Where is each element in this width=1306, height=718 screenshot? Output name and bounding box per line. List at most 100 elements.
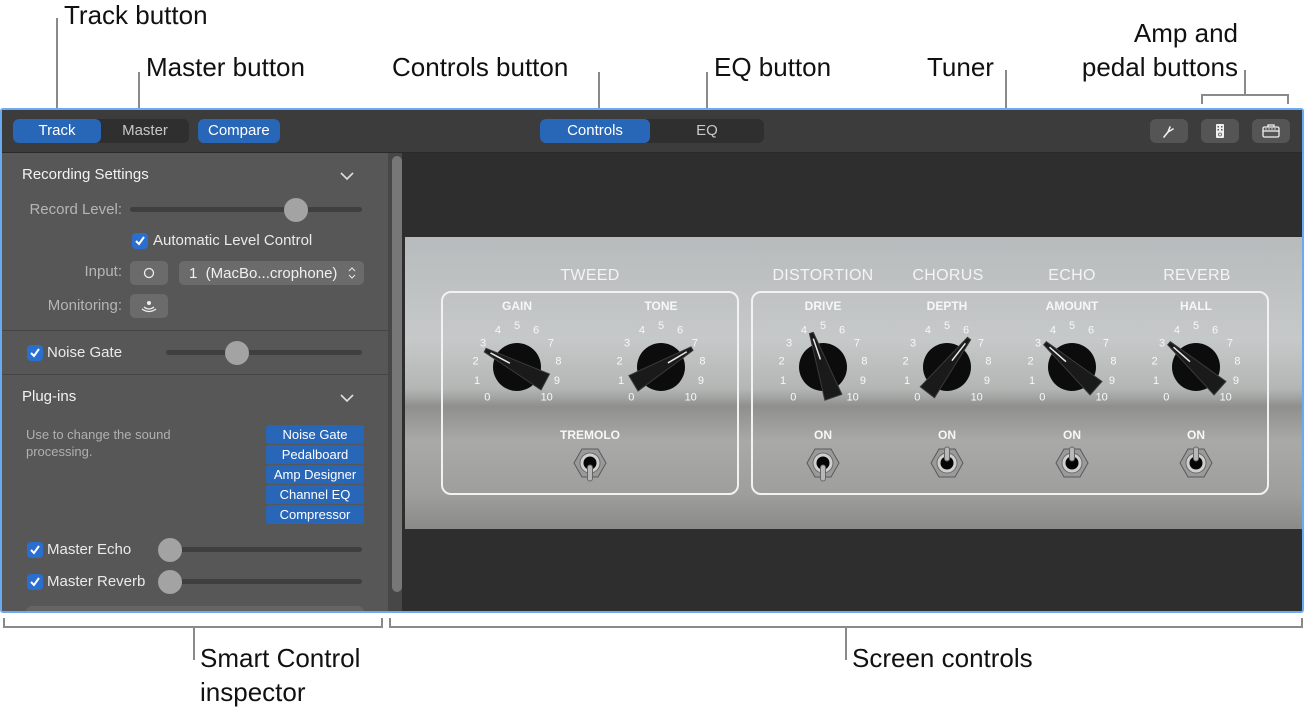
knob-scale-label: 8	[555, 355, 561, 367]
knob-label-drive: DRIVE	[804, 299, 842, 313]
knob-scale-label: 2	[472, 355, 478, 367]
smart-controls-window: Track Master Compare Controls EQ Recordi…	[0, 108, 1304, 613]
depth-knob[interactable]: 0 1 2 3 4 5 6 7 8 9 10	[897, 313, 997, 413]
master-echo-slider-thumb[interactable]	[158, 538, 182, 562]
switch-lever[interactable]	[820, 464, 826, 482]
switch-label-tremolo: TREMOLO	[560, 428, 620, 442]
amount-knob[interactable]: 0 1 2 3 4 5 6 7 8 9 10	[1022, 313, 1122, 413]
plugin-compressor[interactable]: Compressor	[266, 505, 364, 524]
knob-scale-label: 0	[628, 392, 634, 404]
plugin-amp-designer[interactable]: Amp Designer	[266, 465, 364, 484]
master-reverb-slider-thumb[interactable]	[158, 570, 182, 594]
compare-button[interactable]: Compare	[198, 119, 280, 143]
checkmark-icon	[135, 236, 145, 246]
knob-scale-label: 10	[971, 392, 983, 404]
noise-gate-slider-thumb[interactable]	[224, 341, 249, 365]
knob-scale-label: 6	[1088, 325, 1094, 337]
knob-scale-label: 8	[861, 355, 867, 367]
monitoring-button[interactable]	[130, 294, 168, 318]
distortion-toggle-switch[interactable]	[806, 445, 840, 485]
leader-line	[845, 626, 847, 660]
echo-toggle-switch[interactable]	[1055, 445, 1089, 485]
knob-scale-label: 0	[790, 392, 796, 404]
gain-knob[interactable]: 0 1 2 3 4 5 6 7 8 9 10	[467, 313, 567, 413]
knob-scale-label: 5	[1069, 320, 1075, 332]
leader-line	[193, 626, 195, 660]
knob-scale-label: 9	[1109, 375, 1115, 387]
track-button[interactable]: Track	[13, 119, 101, 143]
tremolo-toggle-switch[interactable]	[573, 445, 607, 485]
switch-lever[interactable]	[587, 464, 593, 482]
knob-scale-label: 10	[1096, 392, 1108, 404]
switch-lever[interactable]	[1193, 446, 1199, 462]
bracket-screen-left	[389, 618, 391, 628]
plugin-pedalboard[interactable]: Pedalboard	[266, 445, 364, 464]
inspector-scrollbar[interactable]	[392, 156, 402, 592]
plugins-description: Use to change the sound processing.	[26, 427, 171, 459]
hall-knob[interactable]: 0 1 2 3 4 5 6 7 8 9 10	[1146, 313, 1246, 413]
plugin-channel-eq[interactable]: Channel EQ	[266, 485, 364, 504]
knob-scale-label: 9	[1233, 375, 1239, 387]
master-echo-checkbox[interactable]	[27, 542, 43, 558]
master-reverb-slider[interactable]	[166, 579, 362, 584]
monitoring-label: Monitoring:	[47, 297, 122, 314]
knob-scale-label: 4	[1050, 325, 1056, 337]
bracket-inspector-left	[3, 618, 5, 628]
knob-scale-label: 4	[801, 325, 807, 337]
knob-scale-label: 8	[1234, 355, 1240, 367]
switch-lever[interactable]	[944, 446, 950, 462]
master-button[interactable]: Master	[101, 119, 189, 143]
leader-line	[1287, 94, 1289, 104]
knob-label-depth: DEPTH	[926, 299, 968, 313]
switch-lever[interactable]	[1069, 446, 1075, 462]
chevron-down-icon[interactable]	[339, 170, 355, 182]
controls-button[interactable]: Controls	[540, 119, 650, 143]
knob-scale-label: 10	[541, 392, 553, 404]
input-source-select[interactable]: 1 (MacBo...crophone)	[179, 261, 364, 285]
master-reverb-checkbox[interactable]	[27, 574, 43, 590]
knob-scale-label: 6	[839, 325, 845, 337]
knob-scale-label: 1	[618, 375, 624, 387]
knob-scale-label: 3	[1035, 337, 1041, 349]
input-mono-button[interactable]	[130, 261, 168, 285]
plugin-noise-gate[interactable]: Noise Gate	[266, 425, 364, 444]
callout-track-button: Track button	[64, 0, 208, 30]
record-level-slider-thumb[interactable]	[284, 198, 309, 222]
noise-gate-checkbox[interactable]	[27, 345, 43, 361]
reverb-toggle-switch[interactable]	[1179, 445, 1213, 485]
tone-knob[interactable]: 0 1 2 3 4 5 6 7 8 9 10	[611, 313, 711, 413]
section-title-echo: ECHO	[1048, 267, 1096, 284]
pedalboard-icon	[1216, 124, 1224, 138]
section-title-distortion: DISTORTION	[772, 267, 874, 284]
noise-gate-slider[interactable]	[166, 350, 362, 355]
checkmark-icon	[30, 348, 40, 358]
callout-amp-pedal-line1: Amp and	[1133, 18, 1238, 48]
mono-circle-icon	[143, 267, 155, 279]
automatic-level-control-checkbox[interactable]	[132, 233, 148, 249]
record-level-label: Record Level:	[29, 201, 122, 218]
tuner-button[interactable]	[1150, 119, 1188, 143]
knob-scale-label: 2	[616, 355, 622, 367]
view-segmented-control: Controls EQ	[540, 119, 764, 143]
pedalboard-button[interactable]	[1201, 119, 1239, 143]
knob-scale-label: 1	[780, 375, 786, 387]
knob-scale-label: 3	[624, 337, 630, 349]
callout-smart-control: Smart Control inspector	[200, 641, 360, 709]
knob-scale-label: 10	[847, 392, 859, 404]
knob-scale-label: 8	[985, 355, 991, 367]
eq-button[interactable]: EQ	[650, 119, 764, 143]
amp-button[interactable]	[1252, 119, 1290, 143]
knob-scale-label: 0	[484, 392, 490, 404]
knob-scale-label: 7	[1103, 337, 1109, 349]
knob-scale-label: 4	[495, 325, 501, 337]
knob-scale-label: 5	[820, 320, 826, 332]
callout-smart-control-line1: Smart Control	[200, 643, 361, 673]
master-echo-slider[interactable]	[166, 547, 362, 552]
chevron-down-icon[interactable]	[339, 392, 355, 404]
knob-scale-label: 4	[639, 325, 645, 337]
record-level-slider[interactable]	[130, 207, 362, 212]
knob-scale-label: 3	[480, 337, 486, 349]
callout-eq-button: EQ button	[714, 52, 832, 82]
drive-knob[interactable]: 0 1 2 3 4 5 6 7 8 9 10	[773, 313, 873, 413]
chorus-toggle-switch[interactable]	[930, 445, 964, 485]
